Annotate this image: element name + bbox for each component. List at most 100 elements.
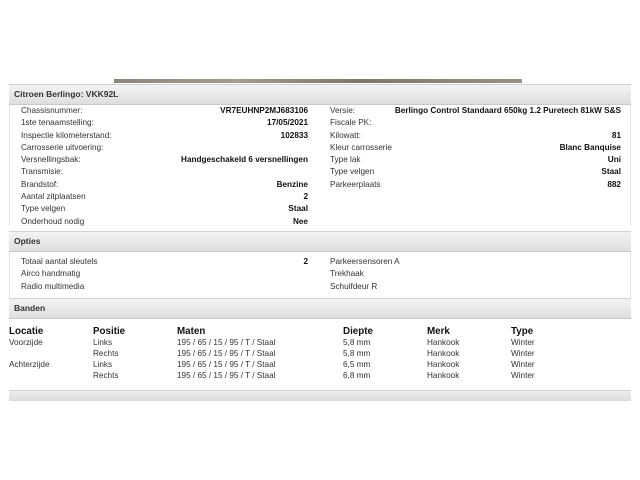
tires-cell-brand: Hankook — [427, 338, 460, 347]
option-row: Parkeersensoren A — [330, 256, 621, 268]
vehicle-detail-value: Berlingo Control Standaard 650kg 1.2 Pur… — [394, 106, 621, 115]
tires-table: Locatie Positie Maten Diepte Merk Type Voorzi… — [9, 324, 631, 382]
vehicle-detail-value: Nee — [292, 216, 308, 226]
tires-cell-type: Winter — [511, 359, 535, 369]
options-right-column: Parkeersensoren A Trekhaak Schuifdeur R — [308, 256, 621, 293]
tires-cell-position: Links — [93, 359, 113, 369]
vehicle-detail-label: Type velgen — [21, 204, 66, 214]
option-label: Radio multimedia — [21, 281, 85, 291]
tires-cell-type: Winter — [511, 348, 535, 358]
option-label: Parkeersensoren A — [330, 257, 400, 266]
vehicle-detail-value: 17/05/2021 — [267, 118, 308, 128]
vehicle-detail-row: 1ste tenaamstelling: 17/05/2021 — [21, 117, 308, 129]
option-row: Trekhaak — [330, 268, 621, 280]
tires-cell-position: Links — [93, 338, 113, 347]
vehicle-detail-value: Uni — [607, 155, 621, 165]
vehicle-detail-row: Versie: Berlingo Control Standaard 650kg … — [330, 105, 621, 117]
vehicle-details-card: Citroen Berlingo: VKK92L Chassisnummer: V… — [9, 84, 631, 228]
vehicle-detail-label: Carrosserie uitvoering: — [21, 142, 104, 152]
vehicle-detail-row: Kleur carrosserie Blanc Banquise — [330, 142, 621, 154]
option-label: Totaal aantal sleutels — [21, 257, 98, 266]
tires-header-type: Type — [511, 325, 534, 337]
vehicle-detail-value: Staal — [601, 167, 621, 177]
tires-header-brand: Merk — [427, 325, 450, 337]
vehicle-detail-value: Benzine — [276, 179, 308, 189]
vehicle-detail-label: Type velgen — [330, 167, 375, 177]
vehicle-photo-edge — [114, 79, 522, 83]
vehicle-detail-value: Staal — [288, 204, 308, 214]
vehicle-detail-label: Brandstof: — [21, 179, 59, 189]
vehicle-detail-label: Versnellingsbak: — [21, 155, 81, 165]
option-row: Schuifdeur R — [330, 281, 621, 293]
tires-cell-brand: Hankook — [427, 359, 460, 369]
tires-cell-position: Rechts — [93, 370, 119, 380]
tires-cell-position: Rechts — [93, 348, 119, 358]
tires-cell-type: Winter — [511, 338, 535, 347]
vehicle-detail-value: Blanc Banquise — [559, 142, 621, 152]
vehicle-detail-value: Handgeschakeld 6 versnellingen — [181, 155, 308, 165]
tires-cell-location — [9, 349, 93, 360]
table-row: Achterzijde Links 195 / 65 / 15 / 95 / T /… — [9, 360, 631, 371]
vehicle-detail-row: Chassisnummer: VR7EUHNP2MJ683106 — [21, 105, 308, 117]
vehicle-section-title: Citroen Berlingo: VKK92L — [9, 84, 631, 105]
tires-cell-size: 195 / 65 / 15 / 95 / T / Staal — [177, 338, 276, 347]
vehicle-detail-row: Brandstof: Benzine — [21, 179, 308, 191]
vehicle-detail-label: Kilowatt: — [330, 130, 361, 140]
tires-body: Locatie Positie Maten Diepte Merk Type Voorzi… — [9, 319, 631, 396]
tires-table-header-row: Locatie Positie Maten Diepte Merk Type — [9, 324, 631, 338]
vehicle-detail-row: Aantal zitplaatsen 2 — [21, 191, 308, 203]
tires-header-size: Maten — [177, 325, 206, 337]
tires-cell-brand: Hankook — [427, 348, 460, 358]
tires-cell-location — [9, 371, 93, 382]
tires-cell-tread-depth: 5,8 mm — [343, 348, 371, 358]
option-row: Airco handmatig — [21, 268, 308, 280]
vehicle-detail-label: 1ste tenaamstelling: — [21, 118, 94, 128]
vehicle-details-right-column: Versie: Berlingo Control Standaard 650kg … — [308, 105, 621, 228]
vehicle-detail-label: Onderhoud nodig — [21, 216, 85, 226]
tires-header-tread-depth: Diepte — [343, 325, 373, 337]
vehicle-detail-row: Kilowatt: 81 — [330, 130, 621, 142]
vehicle-detail-row: Inspectie kilometerstand: 102833 — [21, 130, 308, 142]
tires-cell-location: Achterzijde — [9, 359, 50, 369]
vehicle-detail-row: Transmisie: — [21, 166, 308, 178]
tires-cell-size: 195 / 65 / 15 / 95 / T / Staal — [177, 370, 276, 380]
vehicle-detail-row: Onderhoud nodig Nee — [21, 216, 308, 228]
vehicle-detail-value: 81 — [611, 130, 621, 140]
vehicle-detail-row: Type lak Uni — [330, 154, 621, 166]
vehicle-detail-label: Aantal zitplaatsen — [21, 192, 86, 202]
tires-header-location: Locatie — [9, 325, 44, 337]
vehicle-detail-row: Carrosserie uitvoering: — [21, 142, 308, 154]
tires-card: Banden Locatie Positie Maten Diepte Merk Type… — [9, 298, 631, 396]
options-left-column: Totaal aantal sleutels 2 Airco handmatig Ra… — [10, 256, 308, 293]
footer-bar — [9, 390, 631, 401]
options-section-title: Opties — [9, 231, 631, 252]
option-label: Trekhaak — [330, 269, 364, 279]
vehicle-detail-label: Parkeerplaats — [330, 179, 381, 189]
option-row: Totaal aantal sleutels 2 — [21, 256, 308, 268]
vehicle-detail-label: Kleur carrosserie — [330, 142, 392, 152]
options-card: Opties Totaal aantal sleutels 2 Airco hand… — [9, 231, 631, 298]
tires-table-body: Voorzijde Links 195 / 65 / 15 / 95 / T / S… — [9, 338, 631, 382]
vehicle-detail-row: Fiscale PK: — [330, 117, 621, 129]
tires-cell-tread-depth: 5,8 mm — [343, 338, 371, 347]
option-row: Radio multimedia — [21, 281, 308, 293]
vehicle-detail-label: Fiscale PK: — [330, 118, 372, 128]
vehicle-detail-value: 882 — [607, 179, 621, 189]
vehicle-detail-value: 102833 — [280, 130, 308, 140]
table-row: Rechts 195 / 65 / 15 / 95 / T / Staal 6,8 … — [9, 371, 631, 382]
vehicle-detail-label: Chassisnummer: — [21, 106, 83, 115]
options-body: Totaal aantal sleutels 2 Airco handmatig Ra… — [9, 252, 631, 298]
option-label: Schuifdeur R — [330, 281, 378, 291]
tires-cell-location: Voorzijde — [9, 338, 43, 347]
inspection-report-page: Citroen Berlingo: VKK92L Chassisnummer: V… — [0, 0, 640, 480]
vehicle-detail-label: Versie: — [330, 106, 356, 115]
vehicle-detail-label: Transmisie: — [21, 167, 64, 177]
tires-cell-size: 195 / 65 / 15 / 95 / T / Staal — [177, 359, 276, 369]
vehicle-details-body: Chassisnummer: VR7EUHNP2MJ683106 1ste tena… — [9, 105, 631, 228]
table-row: Voorzijde Links 195 / 65 / 15 / 95 / T / S… — [9, 338, 631, 349]
vehicle-detail-row: Parkeerplaats 882 — [330, 179, 621, 191]
vehicle-detail-value: VR7EUHNP2MJ683106 — [220, 106, 308, 115]
vehicle-detail-row: Type velgen Staal — [21, 203, 308, 215]
table-row: Rechts 195 / 65 / 15 / 95 / T / Staal 5,8 … — [9, 349, 631, 360]
tires-header-position: Positie — [93, 325, 126, 337]
